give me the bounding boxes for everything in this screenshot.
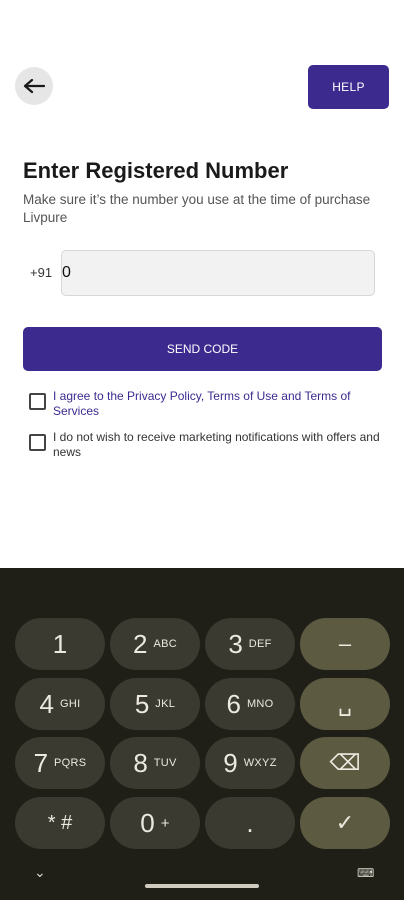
back-button[interactable] (15, 67, 53, 105)
key-3[interactable]: 3 DEF (205, 618, 295, 670)
key-4[interactable]: 4 GHI (15, 678, 105, 730)
checkmark-icon: ✓ (335, 810, 355, 835)
phone-number-value: 0 (62, 264, 71, 281)
key-7[interactable]: 7 PQRS (15, 737, 105, 789)
key-8[interactable]: 8 TUV (110, 737, 200, 789)
country-code: +91 (30, 265, 53, 280)
marketing-label: I do not wish to receive marketing notif… (53, 430, 380, 459)
key-9[interactable]: 9 WXYZ (205, 737, 295, 789)
terms-label[interactable]: I agree to the Privacy Policy, Terms of … (53, 389, 383, 419)
terms-checkbox[interactable] (29, 393, 46, 410)
key-1[interactable]: 1 (15, 618, 105, 670)
key-period[interactable]: . (205, 797, 295, 849)
send-code-button[interactable]: SEND CODE (23, 327, 382, 371)
page-title: Enter Registered Number (23, 158, 289, 183)
key-6[interactable]: 6 MNO (205, 678, 295, 730)
key-0[interactable]: 0 + (110, 797, 200, 849)
page-subtitle: Make sure it’s the number you use at the… (23, 192, 371, 225)
key-2[interactable]: 2 ABC (110, 618, 200, 670)
space-key[interactable]: ␣ (300, 678, 390, 730)
backspace-key[interactable]: ⌫ (300, 737, 390, 789)
backspace-icon: ⌫ (329, 750, 361, 775)
phone-number-input[interactable] (61, 250, 375, 296)
help-button[interactable]: HELP (308, 65, 389, 109)
home-indicator (145, 884, 259, 888)
done-key[interactable]: ✓ (300, 797, 390, 849)
key-star-hash[interactable]: * # (15, 797, 105, 849)
arrow-left-icon (23, 78, 45, 94)
terms-consent-row: I agree to the Privacy Policy, Terms of … (29, 389, 383, 419)
marketing-checkbox[interactable] (29, 434, 46, 451)
marketing-optout-row: I do not wish to receive marketing notif… (29, 430, 383, 460)
minus-key[interactable]: – (300, 618, 390, 670)
hide-keyboard-icon[interactable]: ⌄ (34, 864, 46, 881)
keyboard-switch-icon[interactable]: ⌨ (357, 866, 374, 880)
key-5[interactable]: 5 JKL (110, 678, 200, 730)
